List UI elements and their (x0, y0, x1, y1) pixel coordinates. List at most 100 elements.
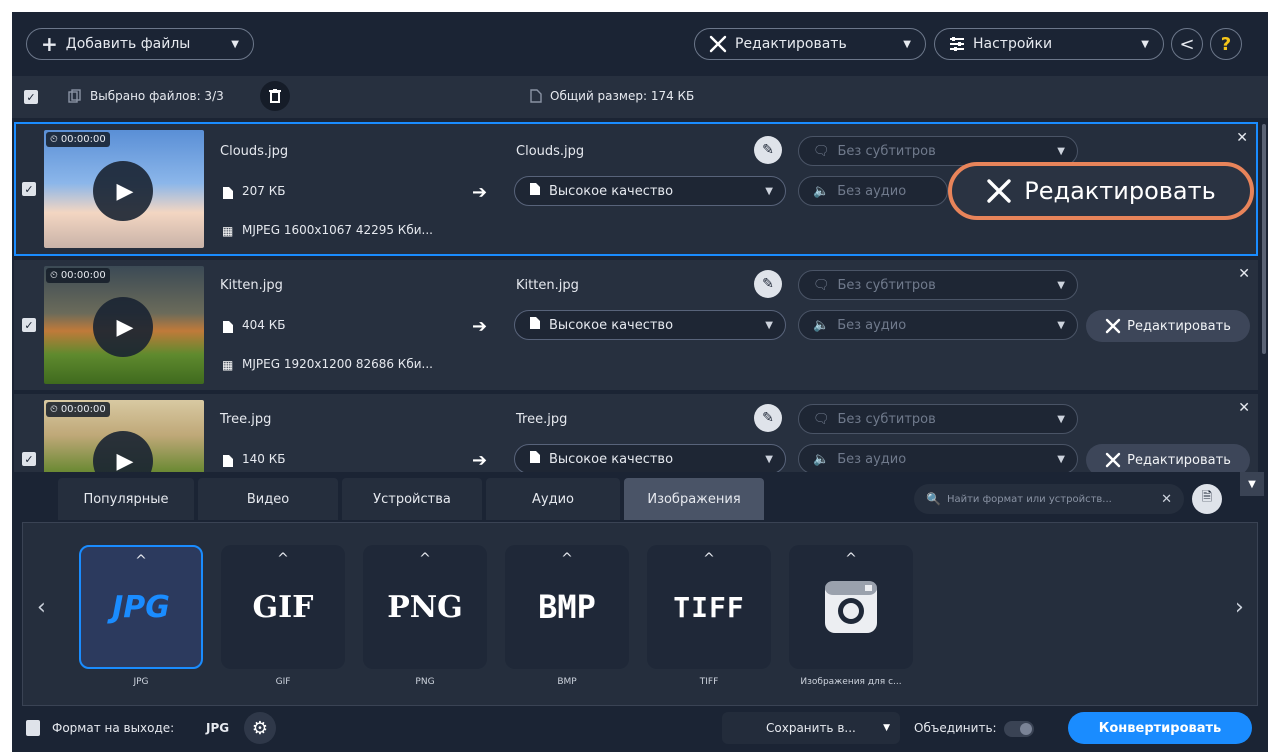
format-search[interactable]: 🔍 Найти формат или устройств... ✕ (914, 484, 1184, 514)
sliders-icon (949, 37, 965, 51)
add-files-button[interactable]: + Добавить файлы ▼ (26, 28, 254, 60)
video-thumbnail[interactable]: ⏲ 00:00:00 ▶ (44, 266, 204, 384)
convert-button[interactable]: Конвертировать (1068, 712, 1252, 744)
output-file-name: Clouds.jpg (516, 144, 585, 159)
edit-menu-button[interactable]: Редактировать ▼ (694, 28, 926, 60)
chevron-up-icon: ^ (135, 553, 147, 569)
row-checkbox[interactable]: ✓ (22, 182, 36, 196)
arrow-right-icon: ➔ (472, 316, 488, 337)
delete-selected-button[interactable] (260, 81, 290, 111)
format-card-jpg[interactable]: ^ JPG (79, 545, 203, 669)
file-icon (529, 182, 541, 200)
file-name: Kitten.jpg (220, 278, 283, 293)
quality-dropdown[interactable]: Высокое качество ▼ (514, 176, 786, 206)
audio-dropdown[interactable]: 🔈 Без аудио ▼ (798, 310, 1078, 340)
file-codec-info: MJPEG 1920x1200 82686 Кби... (242, 357, 433, 371)
edit-button-label: Редактировать (1024, 177, 1216, 205)
tab-video[interactable]: Видео (198, 478, 338, 520)
remove-file-button[interactable]: ✕ (1238, 266, 1250, 282)
png-logo: PNG (387, 589, 463, 625)
speech-icon: 🗨 (813, 277, 830, 293)
audio-dropdown[interactable]: 🔈 Без аудио (798, 176, 948, 206)
play-button[interactable]: ▶ (93, 161, 153, 221)
app-window: + Добавить файлы ▼ Редактировать ▼ Настр… (12, 12, 1268, 752)
speech-icon: 🗨 (813, 143, 830, 159)
video-thumbnail[interactable]: ⏲ 00:00:00 ▶ (44, 400, 204, 472)
check-icon: ✓ (24, 318, 34, 332)
file-row[interactable]: ✓ ⏲ 00:00:00 ▶ Tree.jpg 140 КБ ➔ Tree.jpg… (14, 394, 1258, 472)
gear-icon: ⚙ (251, 717, 269, 739)
format-label: Изображения для с... (800, 677, 902, 687)
chevron-down-icon: ▼ (1057, 453, 1065, 465)
tab-devices[interactable]: Устройства (342, 478, 482, 520)
clear-search-icon[interactable]: ✕ (1161, 492, 1172, 507)
format-card-png[interactable]: ^ PNG (363, 545, 487, 669)
play-button[interactable]: ▶ (93, 297, 153, 357)
pencil-icon: ✎ (762, 410, 774, 426)
clock-icon: ⏲ (50, 404, 58, 415)
tab-audio[interactable]: Аудио (486, 478, 620, 520)
video-thumbnail[interactable]: ⏲ 00:00:00 ▶ (44, 130, 204, 248)
speaker-icon: 🔈 (813, 183, 830, 199)
format-card-tiff[interactable]: ^ TIFF (647, 545, 771, 669)
speaker-icon: 🔈 (813, 451, 830, 467)
plus-icon: + (41, 32, 58, 56)
share-icon: < (1179, 33, 1195, 55)
duration-badge: ⏲ 00:00:00 (46, 402, 110, 417)
file-row[interactable]: ✓ ⏲ 00:00:00 ▶ Kitten.jpg 404 КБ ▦ MJPEG … (14, 260, 1258, 390)
remove-file-button[interactable]: ✕ (1238, 400, 1250, 416)
chevron-down-icon: ▼ (1057, 413, 1065, 425)
file-name: Clouds.jpg (220, 144, 289, 159)
edit-button[interactable]: Редактировать (1086, 444, 1250, 472)
document-search-icon: 🗎 (1201, 490, 1213, 505)
file-row[interactable]: ✓ ⏲ 00:00:00 ▶ Clouds.jpg 207 КБ ▦ MJPEG … (14, 122, 1258, 256)
quality-dropdown[interactable]: Высокое качество ▼ (514, 310, 786, 340)
row-checkbox[interactable]: ✓ (22, 452, 36, 466)
jpg-logo: JPG (112, 589, 170, 625)
search-icon: 🔍 (926, 492, 941, 506)
edit-button-label: Редактировать (1127, 452, 1231, 468)
format-card-gif[interactable]: ^ GIF (221, 545, 345, 669)
settings-menu-button[interactable]: Настройки ▼ (934, 28, 1164, 60)
file-list-scrollbar[interactable] (1262, 124, 1266, 354)
scroll-left-icon[interactable]: ‹ (37, 595, 46, 620)
subtitles-dropdown[interactable]: 🗨 Без субтитров ▼ (798, 270, 1078, 300)
format-file-icon (26, 720, 40, 736)
merge-toggle[interactable] (1004, 721, 1034, 737)
pencil-icon: ✎ (762, 276, 774, 292)
help-button[interactable]: ? (1210, 28, 1242, 60)
row-checkbox[interactable]: ✓ (22, 318, 36, 332)
file-icon (222, 186, 234, 200)
audio-dropdown[interactable]: 🔈 Без аудио ▼ (798, 444, 1078, 472)
format-card-bmp[interactable]: ^ BMP (505, 545, 629, 669)
duration-badge: ⏲ 00:00:00 (46, 132, 110, 147)
output-file-name: Kitten.jpg (516, 278, 579, 293)
edit-menu-label: Редактировать (735, 36, 847, 52)
format-card-social-images[interactable]: ^ (789, 545, 913, 669)
file-size: 404 КБ (242, 318, 286, 332)
play-button[interactable]: ▶ (93, 431, 153, 472)
subtitles-dropdown[interactable]: 🗨 Без субтитров ▼ (798, 404, 1078, 434)
quality-dropdown[interactable]: Высокое качество ▼ (514, 444, 786, 472)
edit-button[interactable]: Редактировать (1086, 310, 1250, 342)
collapse-panel-button[interactable]: ▼ (1240, 472, 1264, 496)
edit-button-highlighted[interactable]: Редактировать (948, 162, 1254, 220)
rename-button[interactable]: ✎ (754, 270, 782, 298)
rename-button[interactable]: ✎ (754, 136, 782, 164)
search-input[interactable]: Найти формат или устройств... (947, 494, 1112, 505)
rename-button[interactable]: ✎ (754, 404, 782, 432)
tools-icon (987, 179, 1011, 203)
format-info-button[interactable]: 🗎 (1192, 484, 1222, 514)
select-all-checkbox[interactable]: ✓ (24, 90, 38, 104)
edit-button-label: Редактировать (1127, 318, 1231, 334)
remove-file-button[interactable]: ✕ (1236, 130, 1248, 146)
save-to-button[interactable]: Сохранить в... ▼ (722, 712, 900, 744)
output-format-value: JPG (206, 721, 230, 735)
scroll-right-icon[interactable]: › (1235, 595, 1244, 620)
chevron-down-icon: ▼ (1248, 478, 1256, 490)
share-button[interactable]: < (1171, 28, 1203, 60)
tab-popular[interactable]: Популярные (58, 478, 194, 520)
tab-images[interactable]: Изображения (624, 478, 764, 520)
format-settings-button[interactable]: ⚙ (244, 712, 276, 744)
selected-files-count: Выбрано файлов: 3/3 (90, 89, 224, 103)
